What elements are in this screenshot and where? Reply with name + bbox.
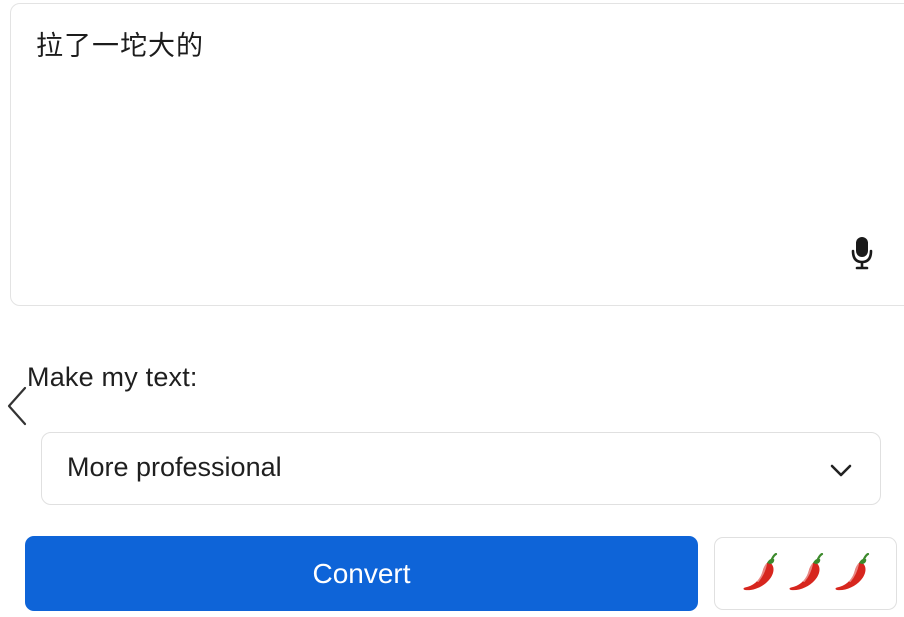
text-rewriter-panel: 拉了一坨大的 Make my text: More professional C… [0,0,904,617]
style-select[interactable]: More professional [41,432,881,505]
chevron-left-icon[interactable] [3,384,29,428]
style-select-value: More professional [67,452,282,482]
make-my-text-label: Make my text: [27,362,198,392]
chili-pepper-icon [835,552,869,590]
chili-pepper-icon [743,552,777,590]
input-text[interactable]: 拉了一坨大的 [36,24,204,63]
chevron-down-icon [830,464,852,477]
convert-button[interactable]: Convert [25,536,698,611]
chili-pepper-icon [789,552,823,590]
text-input-area[interactable]: 拉了一坨大的 [10,3,904,306]
microphone-icon[interactable] [839,230,885,276]
spice-level-button[interactable] [714,537,897,610]
